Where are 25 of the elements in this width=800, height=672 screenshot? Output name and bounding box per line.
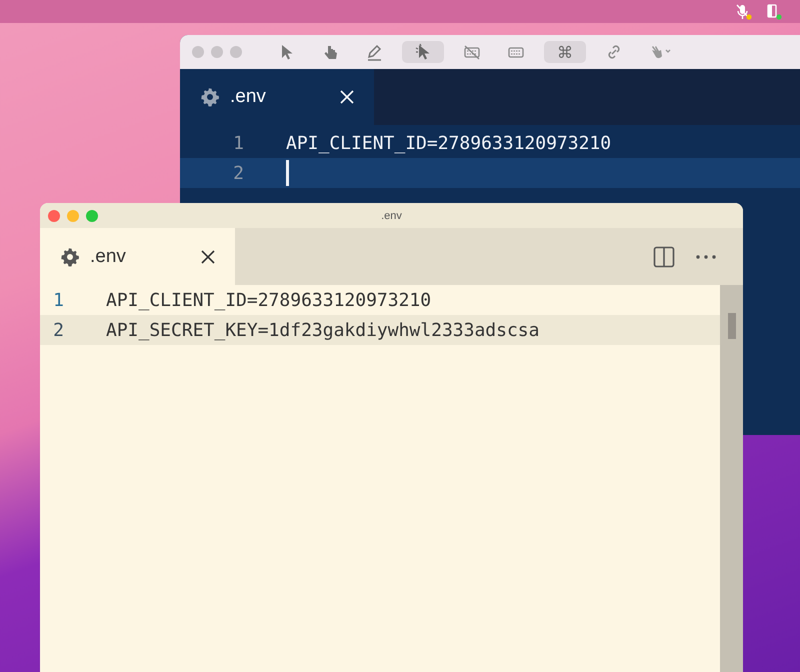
settings-icon	[200, 87, 220, 107]
split-editor-icon[interactable]	[653, 246, 675, 268]
command-key-button[interactable]: ⌘	[544, 41, 586, 63]
settings-icon	[60, 246, 80, 266]
line-number: 1	[52, 290, 65, 310]
microphone-icon[interactable]	[736, 4, 752, 20]
more-icon[interactable]	[695, 254, 717, 260]
editor-tab[interactable]: .env	[40, 228, 235, 285]
text-cursor	[286, 160, 289, 186]
line-number: 1	[232, 132, 245, 154]
pointer-button[interactable]	[402, 41, 444, 63]
line-number: 2	[232, 162, 245, 184]
tab-label: .env	[230, 86, 267, 108]
window-buttons-icon[interactable]	[48, 210, 98, 222]
code-text: API_CLIENT_ID=2789633120973210	[286, 132, 612, 154]
editor-tab[interactable]: .env	[180, 69, 374, 125]
tab-label: .env	[90, 246, 127, 268]
scrollbar-thumb[interactable]	[728, 313, 736, 339]
scrollbar[interactable]	[720, 285, 743, 672]
screen-share-icon[interactable]	[766, 4, 782, 20]
code-text: API_SECRET_KEY=1df23gakdiywhwl2333adscsa	[106, 320, 540, 340]
close-icon[interactable]	[201, 250, 215, 264]
code-text: API_CLIENT_ID=2789633120973210	[106, 290, 432, 310]
line-number: 2	[52, 320, 65, 340]
window-title: .env	[381, 210, 402, 222]
